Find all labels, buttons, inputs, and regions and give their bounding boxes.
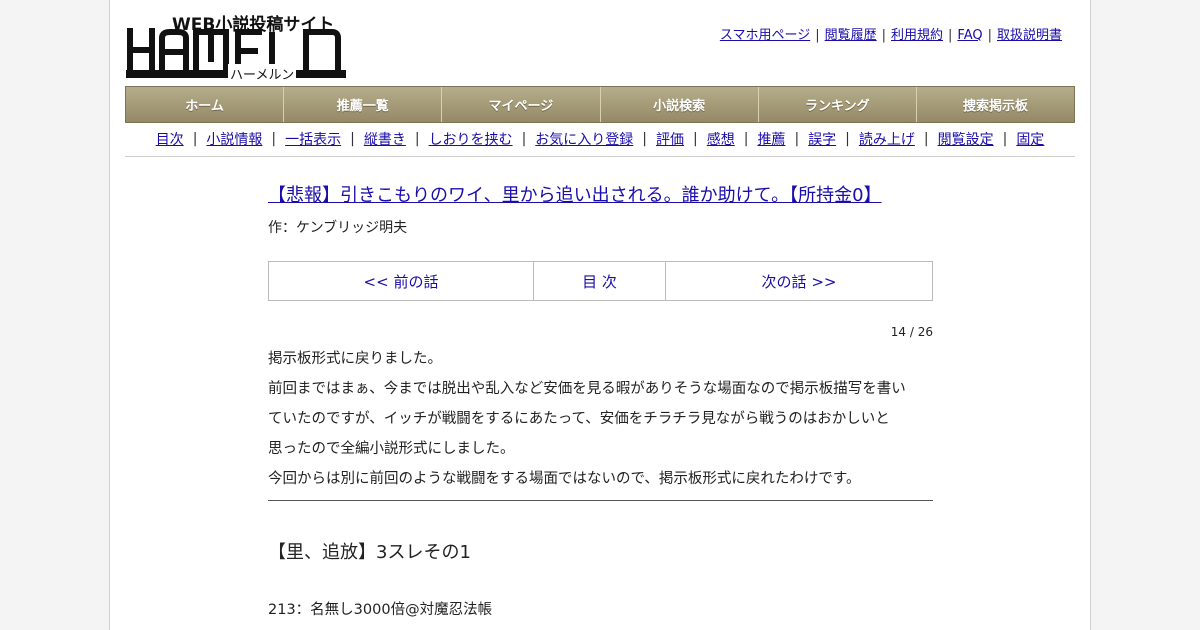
subnav-rating[interactable]: 評価 <box>656 129 684 149</box>
prev-chapter-link[interactable]: << 前の話 <box>269 262 534 300</box>
body-line: 213：名無し3000倍@対魔忍法帳 <box>268 602 493 618</box>
nav-home[interactable]: ホーム <box>126 87 285 122</box>
hameln-logo[interactable]: WEB小説投稿サイト ハーメルン <box>126 10 346 83</box>
preface-line: 思ったので全編小説形式にしました。 <box>268 441 515 457</box>
subnav-comments[interactable]: 感想 <box>707 129 735 149</box>
subnav-recommend[interactable]: 推薦 <box>757 129 785 149</box>
nav-search-board[interactable]: 捜索掲示板 <box>916 87 1075 122</box>
novel-sub-nav: 目次 | 小説情報 | 一括表示 | 縦書き | しおりを挟む | お気に入り登録 | 評価… <box>125 122 1075 157</box>
chapter-counter: 14 / 26 <box>890 325 933 339</box>
nav-novel-search[interactable]: 小説検索 <box>600 87 759 122</box>
subnav-bookmark[interactable]: しおりを挟む <box>429 129 513 149</box>
subnav-favorite[interactable]: お気に入り登録 <box>535 129 633 149</box>
preface-line: ていたのですが、イッチが戦闘をするにあたって、安価をチラチラ見ながら戦うのはおか… <box>268 411 890 427</box>
preface-line: 今回からは別に前回のような戦闘をする場面ではないので、掲示板形式に戻れたわけです… <box>268 471 861 487</box>
chapter-preface: 掲示板形式に戻りました。 前回まではまぁ、今までは脱出や乱入など安価を見る暇があ… <box>268 344 933 501</box>
author-line: 作：ケンブリッジ明夫 <box>268 220 408 236</box>
toc-link[interactable]: 目 次 <box>534 262 666 300</box>
subnav-typo[interactable]: 誤字 <box>808 129 836 149</box>
chapter-title: 【里、追放】3スレその1 <box>268 542 471 563</box>
logo-kana: ハーメルン <box>228 64 297 83</box>
subnav-show-all[interactable]: 一括表示 <box>285 129 341 149</box>
subnav-toc[interactable]: 目次 <box>156 129 184 149</box>
link-terms[interactable]: 利用規約 <box>891 28 943 43</box>
subnav-view-settings[interactable]: 閲覧設定 <box>938 129 994 149</box>
subnav-novel-info[interactable]: 小説情報 <box>206 129 262 149</box>
top-links: スマホ用ページ | 閲覧履歴 | 利用規約 | FAQ | 取扱説明書 <box>719 28 1062 43</box>
link-smartphone-page[interactable]: スマホ用ページ <box>720 28 810 43</box>
nav-ranking[interactable]: ランキング <box>758 87 917 122</box>
preface-line: 掲示板形式に戻りました。 <box>268 351 442 367</box>
subnav-pin[interactable]: 固定 <box>1016 129 1044 149</box>
chapter-nav: << 前の話 目 次 次の話 >> <box>268 261 933 301</box>
novel-title-link[interactable]: 【悲報】引きこもりのワイ、里から追い出される。誰か助けて。【所持金0】 <box>268 180 933 212</box>
subnav-read-aloud[interactable]: 読み上げ <box>859 129 915 149</box>
preface-line: 前回まではまぁ、今までは脱出や乱入など安価を見る暇がありそうな場面なので掲示板描… <box>268 381 906 397</box>
next-chapter-link[interactable]: 次の話 >> <box>666 262 932 300</box>
main-nav: ホーム 推薦一覧 マイページ 小説検索 ランキング 捜索掲示板 <box>125 86 1075 123</box>
page-container: WEB小説投稿サイト ハーメルン スマホ用ページ | 閲覧履歴 | 利用規約 | FAQ | 取… <box>109 0 1091 630</box>
nav-mypage[interactable]: マイページ <box>442 87 601 122</box>
chapter-body: 213：名無し3000倍@対魔忍法帳 <box>268 595 933 625</box>
nav-recommendations[interactable]: 推薦一覧 <box>284 87 443 122</box>
link-history[interactable]: 閲覧履歴 <box>825 28 877 43</box>
chapter-content: 【悲報】引きこもりのワイ、里から追い出される。誰か助けて。【所持金0】 作：ケン… <box>268 180 933 625</box>
link-manual[interactable]: 取扱説明書 <box>997 28 1062 43</box>
subnav-vertical[interactable]: 縦書き <box>364 129 406 149</box>
link-faq[interactable]: FAQ <box>957 28 982 43</box>
